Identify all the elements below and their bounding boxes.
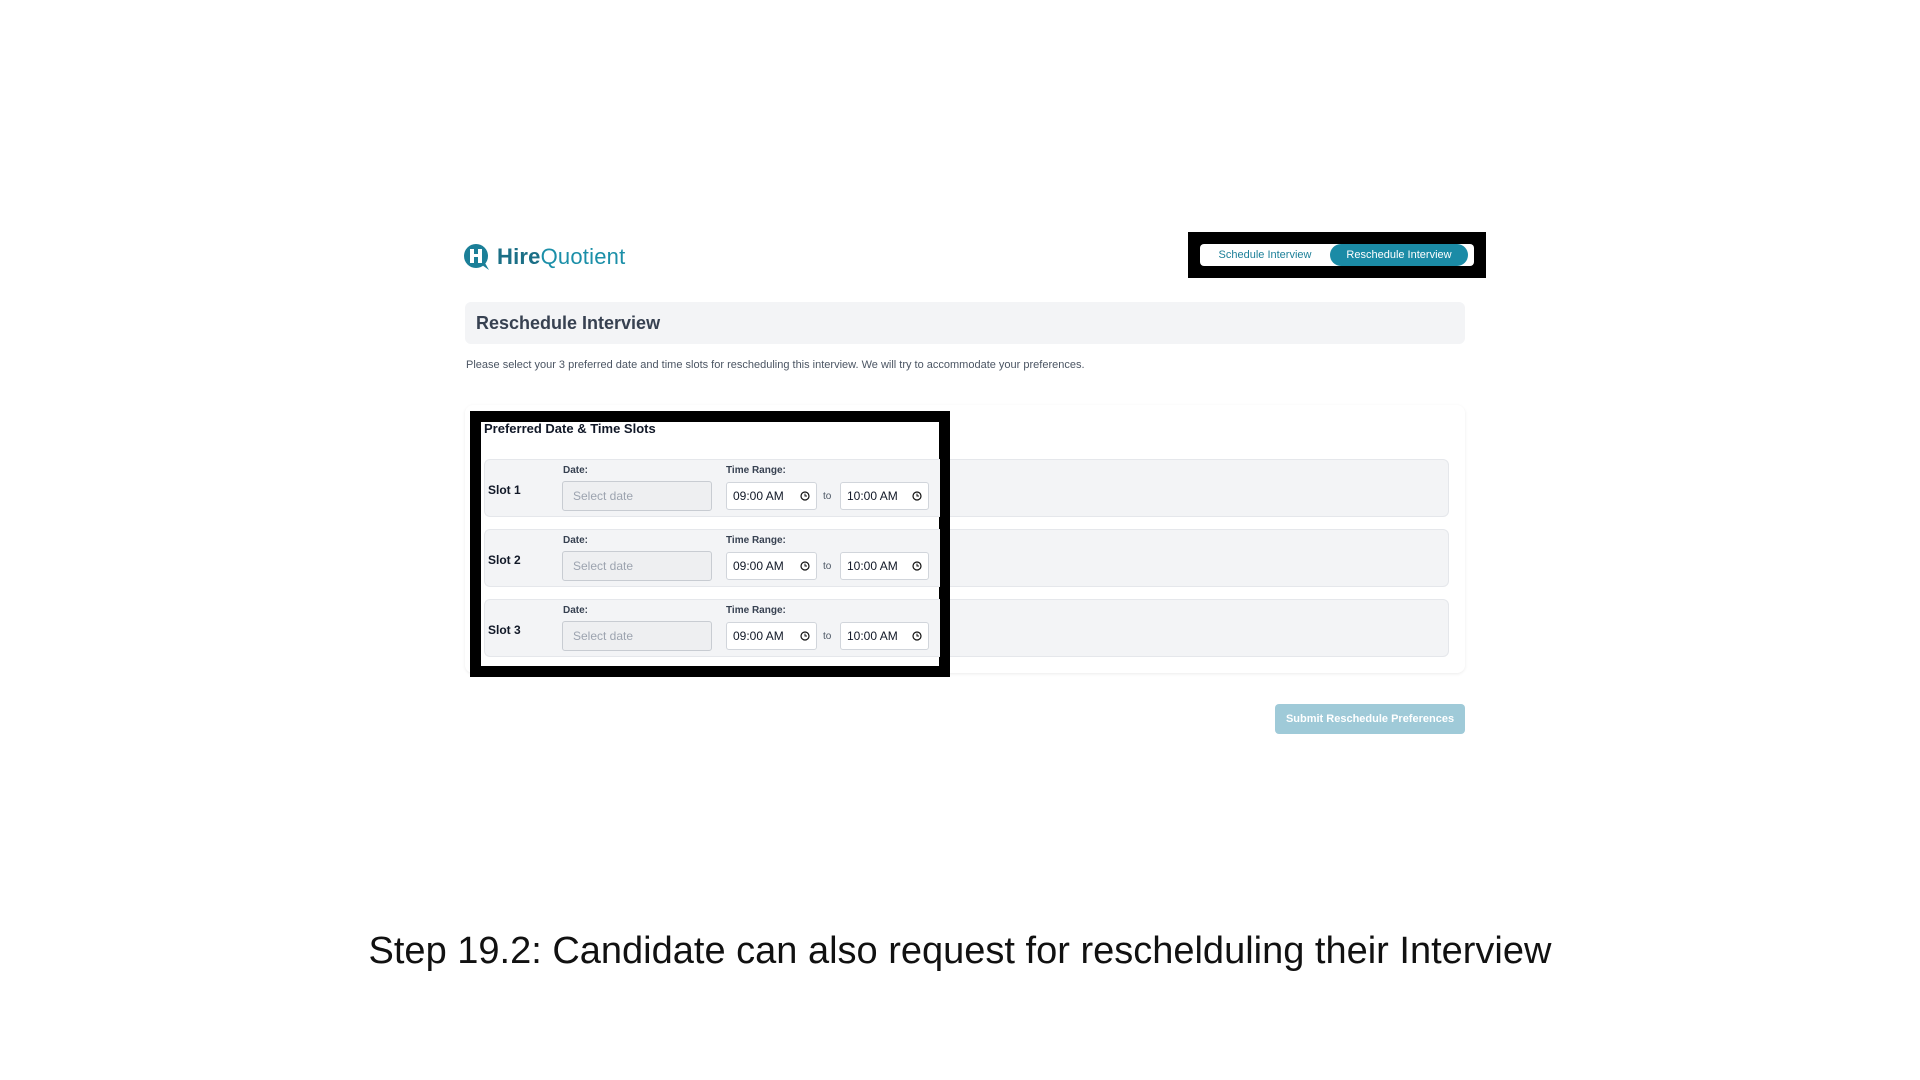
submit-reschedule-button[interactable]: Submit Reschedule Preferences (1275, 704, 1465, 734)
slot-2-date-input[interactable] (562, 551, 712, 581)
slot-3-start-time[interactable]: 09:00 AM (726, 622, 817, 650)
start-time-value: 09:00 AM (733, 489, 784, 503)
date-label: Date: (563, 605, 589, 616)
page-header: Reschedule Interview (465, 302, 1465, 344)
date-label: Date: (563, 465, 589, 476)
schedule-interview-tab[interactable]: Schedule Interview (1200, 244, 1330, 266)
to-separator: to (823, 491, 832, 502)
hirequotient-logo-icon (464, 244, 489, 270)
end-time-value: 10:00 AM (847, 629, 898, 643)
slot-2-end-time[interactable]: 10:00 AM (840, 552, 929, 580)
hirequotient-logo: HireQuotient (462, 241, 625, 273)
step-caption: Step 19.2: Candidate can also request fo… (368, 930, 1552, 972)
interview-mode-toggle: Schedule Interview Reschedule Interview (1200, 244, 1474, 266)
to-separator: to (823, 631, 832, 642)
slot-3-date-input[interactable] (562, 621, 712, 651)
slot-1-start-time[interactable]: 09:00 AM (726, 482, 817, 510)
slot-1-end-time[interactable]: 10:00 AM (840, 482, 929, 510)
date-label: Date: (563, 535, 589, 546)
end-time-value: 10:00 AM (847, 559, 898, 573)
clock-icon (912, 561, 922, 571)
slot-label: Slot 1 (488, 483, 521, 497)
slot-label: Slot 2 (488, 553, 521, 567)
time-range-label: Time Range: (726, 535, 786, 546)
clock-icon (912, 491, 922, 501)
slot-1-date-input[interactable] (562, 481, 712, 511)
slot-2-start-time[interactable]: 09:00 AM (726, 552, 817, 580)
clock-icon (800, 561, 810, 571)
end-time-value: 10:00 AM (847, 489, 898, 503)
slot-label: Slot 3 (488, 623, 521, 637)
clock-icon (912, 631, 922, 641)
start-time-value: 09:00 AM (733, 629, 784, 643)
clock-icon (800, 491, 810, 501)
to-separator: to (823, 561, 832, 572)
slot-3-end-time[interactable]: 10:00 AM (840, 622, 929, 650)
reschedule-interview-tab[interactable]: Reschedule Interview (1330, 244, 1468, 266)
section-title: Preferred Date & Time Slots (484, 421, 656, 436)
time-range-label: Time Range: (726, 465, 786, 476)
start-time-value: 09:00 AM (733, 559, 784, 573)
logo-text: HireQuotient (497, 244, 626, 269)
page-title: Reschedule Interview (476, 313, 661, 333)
page-description: Please select your 3 preferred date and … (466, 359, 1085, 371)
clock-icon (800, 631, 810, 641)
time-range-label: Time Range: (726, 605, 786, 616)
